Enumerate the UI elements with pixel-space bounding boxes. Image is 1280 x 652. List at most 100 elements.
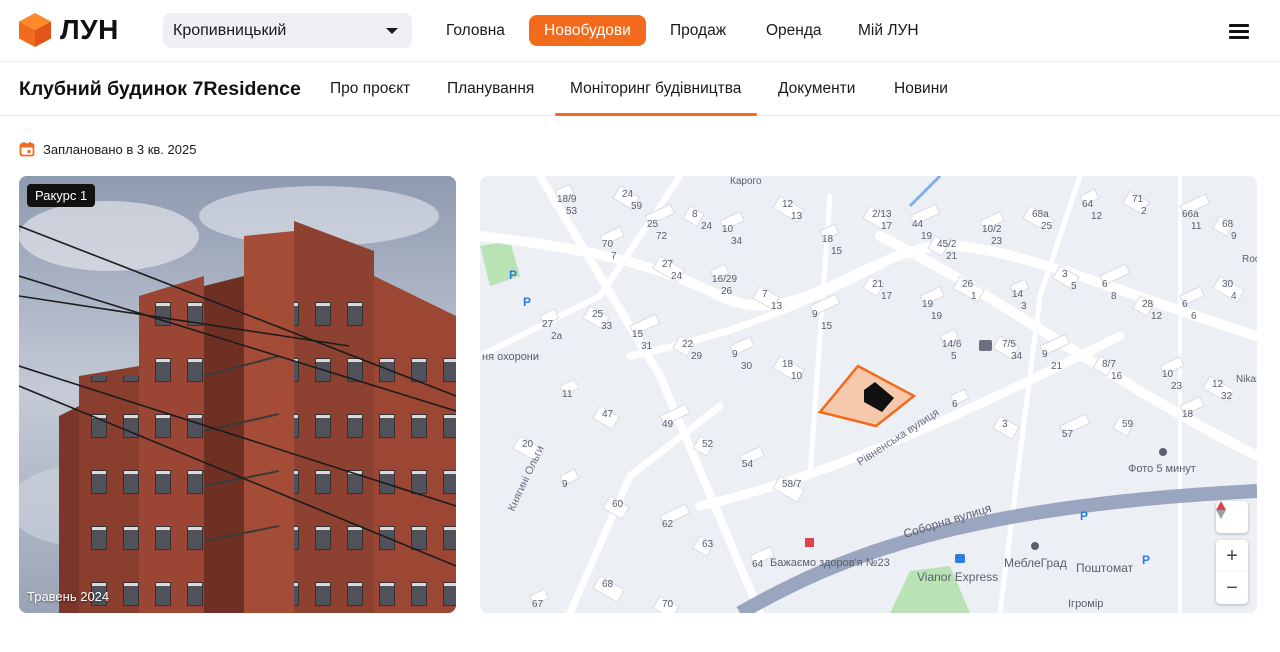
house-number-label: 19: [921, 231, 933, 242]
shop-icon: [1031, 542, 1039, 550]
house-number-label: 6: [1182, 299, 1188, 310]
city-select-value: Кропивницький: [173, 21, 287, 39]
house-number-label: 23: [1171, 381, 1183, 392]
house-number-label: 67: [532, 599, 544, 610]
nav-item-my-lun[interactable]: Мій ЛУН: [843, 15, 934, 46]
house-number-label: 2: [1141, 206, 1147, 217]
house-number-label: 68: [602, 579, 614, 590]
house-number-label: 13: [791, 211, 803, 222]
house-number-label: 16: [1111, 371, 1123, 382]
poi-vianor: Vianor Express: [917, 570, 998, 584]
house-number-label: 8/7: [1102, 359, 1116, 370]
house-number-label: 18: [1182, 409, 1194, 420]
house-number-label: 9: [732, 349, 738, 360]
house-number-label: 8: [1111, 291, 1117, 302]
house-number-label: 68а: [1032, 209, 1049, 220]
house-number-label: 59: [1122, 419, 1134, 430]
tab-construction-monitoring[interactable]: Моніторинг будівництва: [554, 62, 758, 116]
house-number-label: 26: [962, 279, 974, 290]
parking-icon: P: [509, 268, 517, 282]
house-number-label: 18/9: [557, 194, 577, 205]
house-number-label: 6: [952, 399, 958, 410]
house-number-label: 34: [1011, 351, 1023, 362]
house-number-label: 10/2: [982, 224, 1002, 235]
house-number-label: 31: [641, 341, 653, 352]
house-number-label: 5: [951, 351, 957, 362]
tab-about[interactable]: Про проєкт: [330, 62, 410, 115]
planned-text: Заплановано в 3 кв. 2025: [43, 141, 197, 157]
street-label-karogo: Карого: [730, 176, 762, 187]
house-number-label: 10: [722, 224, 734, 235]
house-number-label: 19: [922, 299, 934, 310]
city-select[interactable]: Кропивницький: [163, 13, 412, 48]
house-number-label: 17: [881, 221, 893, 232]
logo-wordmark: ЛУН: [60, 14, 119, 45]
house-number-label: 15: [821, 321, 833, 332]
house-number-label: 27: [542, 319, 554, 330]
planned-completion: Заплановано в 3 кв. 2025: [19, 141, 196, 157]
house-number-label: 24: [671, 271, 683, 282]
parking-icon: P: [1080, 509, 1088, 523]
house-number-label: 12: [1151, 311, 1163, 322]
house-number-label: 57: [1062, 429, 1074, 440]
house-number-label: 18: [822, 234, 834, 245]
zoom-out-button[interactable]: −: [1216, 572, 1248, 604]
house-number-label: 25: [1041, 221, 1053, 232]
nav-item-rent[interactable]: Оренда: [751, 15, 837, 46]
house-number-label: 2а: [551, 331, 563, 342]
house-number-label: 9: [562, 479, 568, 490]
tab-news[interactable]: Новини: [894, 62, 948, 115]
house-number-label: 45/2: [937, 239, 957, 250]
house-number-label: 9: [812, 309, 818, 320]
house-number-label: 12: [1212, 379, 1224, 390]
house-number-label: 20: [522, 439, 534, 450]
poi-igromir: Ігромір: [1068, 598, 1103, 610]
house-number-label: 24: [622, 189, 634, 200]
house-number-label: 71: [1132, 194, 1144, 205]
nav-item-new-buildings[interactable]: Новобудови: [529, 15, 646, 46]
poi-meblegrad: МеблеГрад: [1004, 556, 1067, 570]
house-number-label: 3: [1021, 301, 1027, 312]
house-number-label: 14: [1012, 289, 1024, 300]
house-number-label: 13: [771, 301, 783, 312]
tab-layouts[interactable]: Планування: [447, 62, 534, 115]
shop-icon: [1159, 448, 1167, 456]
car-service-icon: [955, 554, 965, 563]
compass-icon: [1216, 501, 1226, 519]
menu-icon[interactable]: [1229, 23, 1249, 39]
poi-photo-5min: Фото 5 минут: [1128, 463, 1196, 475]
nav-item-home[interactable]: Головна: [431, 15, 520, 46]
house-number-label: 72: [656, 231, 668, 242]
house-number-label: 10: [791, 371, 803, 382]
house-number-label: 34: [731, 236, 743, 247]
nav-item-sale[interactable]: Продаж: [655, 15, 741, 46]
pharmacy-icon: [805, 538, 814, 547]
poi-nika: Nika: [1236, 374, 1256, 385]
parking-icon: P: [523, 295, 531, 309]
chevron-down-icon: [386, 28, 398, 34]
house-number-label: 9: [1042, 349, 1048, 360]
house-number-label: 52: [702, 439, 714, 450]
zoom-in-button[interactable]: +: [1216, 540, 1248, 572]
poi-pharmacy: Бажаємо здоров'я №23: [770, 557, 890, 569]
house-number-label: 62: [662, 519, 674, 530]
lun-logo[interactable]: ЛУН: [18, 12, 119, 48]
house-number-label: 23: [991, 236, 1003, 247]
compass-button[interactable]: [1216, 501, 1248, 533]
house-number-label: 12: [782, 199, 794, 210]
construction-photo[interactable]: Ракурс 1 Травень 2024: [19, 176, 456, 613]
house-number-label: 5: [1071, 281, 1077, 292]
tab-documents[interactable]: Документи: [778, 62, 855, 115]
house-number-label: 6: [1191, 311, 1197, 322]
house-number-label: 63: [702, 539, 714, 550]
location-map[interactable]: 18/9 24 25 8 10 12 18 2/13 44 45/2 10/2 68а 64 71 66а 6…: [480, 176, 1257, 613]
house-number-label: 22: [682, 339, 694, 350]
camera-icon: [979, 340, 992, 351]
house-number-label: 28: [1142, 299, 1154, 310]
house-number-label: 9: [1231, 231, 1237, 242]
house-number-label: 70: [602, 239, 614, 250]
map-canvas[interactable]: 18/9 242581012182/134445/210/268а64 7166а6…: [480, 176, 1257, 613]
house-number-label: 66а: [1182, 209, 1199, 220]
house-number-label: 30: [741, 361, 753, 372]
house-number-label: 19: [931, 311, 943, 322]
